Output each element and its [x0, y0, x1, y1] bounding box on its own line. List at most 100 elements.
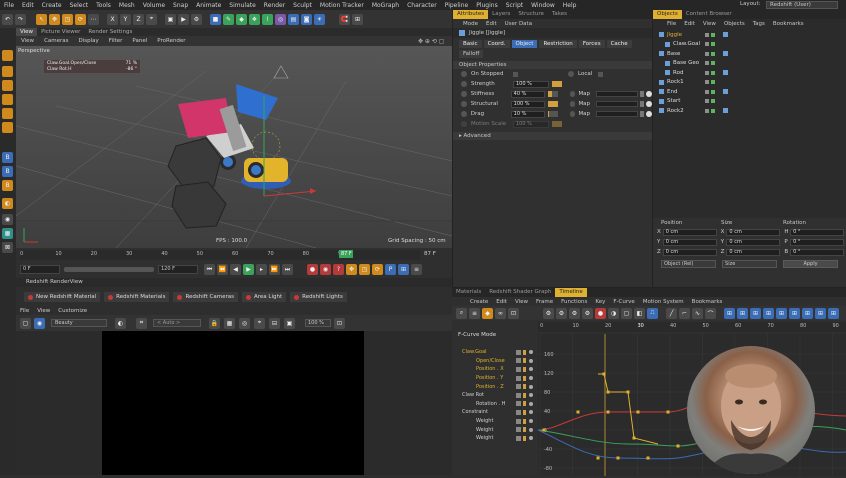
light-icon[interactable]: ☀: [314, 13, 325, 25]
fc-track-solo[interactable]: [529, 436, 533, 441]
go-to-start-icon[interactable]: ⏮: [204, 264, 215, 275]
redshift-b2-icon[interactable]: B: [2, 166, 13, 177]
next-frame-icon[interactable]: ▸: [256, 264, 267, 275]
fc-spline-icon[interactable]: ∿: [692, 307, 703, 319]
fc-keyframe[interactable]: [606, 410, 610, 414]
attr-subtab-forces[interactable]: Forces: [578, 40, 605, 48]
fc-tab-materials[interactable]: Materials: [452, 288, 485, 297]
object-tag-icon[interactable]: [723, 89, 728, 95]
prop-slider[interactable]: [548, 101, 558, 107]
map-menu-icon[interactable]: [639, 91, 645, 97]
attr-subtab-cache[interactable]: Cache: [606, 40, 632, 48]
fc-keyframe[interactable]: [576, 410, 580, 414]
local-anim-dot[interactable]: [568, 71, 574, 77]
object-row-jiggle[interactable]: Jiggle: [653, 30, 846, 40]
visibility-toggle[interactable]: [705, 89, 709, 94]
rv-tab-redshift-lights[interactable]: Redshift Lights: [290, 292, 347, 302]
rv-tab-new-redshift-material[interactable]: New Redshift Material: [24, 292, 101, 302]
fc-track-solo[interactable]: [529, 410, 533, 415]
solo-icon[interactable]: ◉: [2, 214, 13, 225]
obj-menu-objects[interactable]: Objects: [720, 21, 749, 27]
next-key-icon[interactable]: ⏩: [269, 264, 280, 275]
coords-size-field[interactable]: 0 cm: [726, 238, 781, 246]
fc-track-mute[interactable]: [523, 366, 526, 372]
fc-keys-icon[interactable]: ◆: [482, 307, 493, 319]
prop-value-field[interactable]: 100 %: [510, 100, 546, 108]
lock-icon[interactable]: ⊠: [2, 242, 13, 253]
fc-tab-timeline[interactable]: Timeline: [555, 288, 587, 297]
fc-track-position-y[interactable]: Position . Y: [452, 374, 538, 383]
attr-menu-mode[interactable]: Mode: [459, 21, 482, 27]
coords-size-select[interactable]: Size: [722, 260, 778, 268]
key-position-icon[interactable]: ✥: [346, 264, 357, 275]
prop-slider[interactable]: [548, 91, 558, 97]
attr-menu-user-data[interactable]: User Data: [501, 21, 536, 27]
fc-tangent-5-icon[interactable]: ⊞: [776, 307, 787, 319]
fc-menu-functions[interactable]: Functions: [557, 299, 591, 305]
fc-menu-edit[interactable]: Edit: [492, 299, 511, 305]
prop-anim-dot[interactable]: [461, 111, 467, 117]
attr-subtab-coord[interactable]: Coord.: [483, 40, 510, 48]
menu-mograph[interactable]: MoGraph: [368, 2, 403, 9]
workplane-icon[interactable]: ⊞: [352, 13, 363, 25]
menu-edit[interactable]: Edit: [18, 2, 38, 9]
coords-pos-field[interactable]: 0 cm: [662, 228, 717, 236]
prop-slider[interactable]: [552, 121, 562, 127]
deformer-icon[interactable]: ⌇: [262, 13, 273, 25]
polygons-mode-icon[interactable]: [2, 122, 13, 133]
fc-track-solo[interactable]: [529, 376, 533, 381]
fc-track-lock[interactable]: [516, 418, 521, 424]
object-row-claw-goal[interactable]: Claw.Goal: [653, 40, 846, 50]
fc-track-lock[interactable]: [516, 401, 521, 407]
render-view-image[interactable]: [102, 331, 364, 475]
scale-icon[interactable]: ◳: [62, 13, 73, 25]
recent-tool-icon[interactable]: ⋯: [88, 13, 99, 25]
scene-icon[interactable]: ▤: [288, 13, 299, 25]
texture-mode-icon[interactable]: [2, 80, 13, 91]
menu-mesh[interactable]: Mesh: [115, 2, 139, 9]
viewport-menu-cameras[interactable]: Cameras: [39, 38, 73, 44]
attr-subtab-object[interactable]: Object: [511, 40, 538, 48]
visibility-toggle[interactable]: [705, 80, 709, 85]
obj-menu-edit[interactable]: Edit: [680, 21, 699, 27]
fc-track-mute[interactable]: [523, 418, 526, 424]
enable-toggle[interactable]: [711, 89, 715, 94]
fc-menu-frame[interactable]: Frame: [532, 299, 557, 305]
object-tag-icon[interactable]: [723, 108, 728, 114]
fc-tangent-6-icon[interactable]: ⊞: [789, 307, 800, 319]
fc-track-mute[interactable]: [523, 401, 526, 407]
timeline-end-field[interactable]: 120 F: [158, 265, 198, 274]
obj-tab-content-browser[interactable]: Content Browser: [682, 10, 736, 19]
fc-linear-icon[interactable]: ╱: [666, 307, 677, 319]
live-selection-icon[interactable]: ↖: [36, 13, 47, 25]
fc-keyframe[interactable]: [632, 436, 636, 440]
fc-track-mute[interactable]: [523, 384, 526, 390]
fcurve-ruler[interactable]: 0 10 20 30 40 50 60 70 80 90: [538, 322, 846, 332]
fc-tangent-7-icon[interactable]: ⊞: [802, 307, 813, 319]
map-field[interactable]: [595, 111, 638, 117]
menu-create[interactable]: Create: [38, 2, 66, 9]
fc-tool-6-icon[interactable]: ▢: [621, 307, 632, 319]
attr-menu-edit[interactable]: Edit: [482, 21, 501, 27]
compare-icon[interactable]: ⊟: [269, 317, 280, 329]
rv-tab-area-light[interactable]: Area Light: [242, 292, 287, 302]
advanced-section[interactable]: ▸ Advanced: [453, 132, 652, 140]
layout-select[interactable]: Redshift (User): [766, 1, 838, 9]
fc-track-mute[interactable]: [523, 349, 526, 355]
fc-tool-1-icon[interactable]: ⚙: [543, 307, 554, 319]
viewport-tab-picture-viewer[interactable]: Picture Viewer: [37, 28, 84, 36]
object-row-end[interactable]: End: [653, 87, 846, 97]
enable-toggle[interactable]: [711, 32, 715, 37]
fc-keyframe[interactable]: [636, 410, 640, 414]
fc-keyframe[interactable]: [626, 390, 630, 394]
fc-track-weight[interactable]: Weight: [452, 425, 538, 434]
model-mode-icon[interactable]: [2, 66, 13, 77]
3d-viewport[interactable]: Perspective Claw.Goal.Open/Close 71 % Cl…: [16, 46, 452, 248]
fc-track-lock[interactable]: [516, 435, 521, 441]
redo-icon[interactable]: ↷: [15, 13, 26, 25]
autokey-icon[interactable]: ◉: [320, 264, 331, 275]
rv-tab-redshift-materials[interactable]: Redshift Materials: [104, 292, 170, 302]
viewport-nav-icons[interactable]: ✥ ⊕ ⟲ ▢: [418, 38, 444, 45]
render-settings-icon[interactable]: ⚙: [191, 13, 202, 25]
object-tag-icon[interactable]: [723, 70, 728, 76]
